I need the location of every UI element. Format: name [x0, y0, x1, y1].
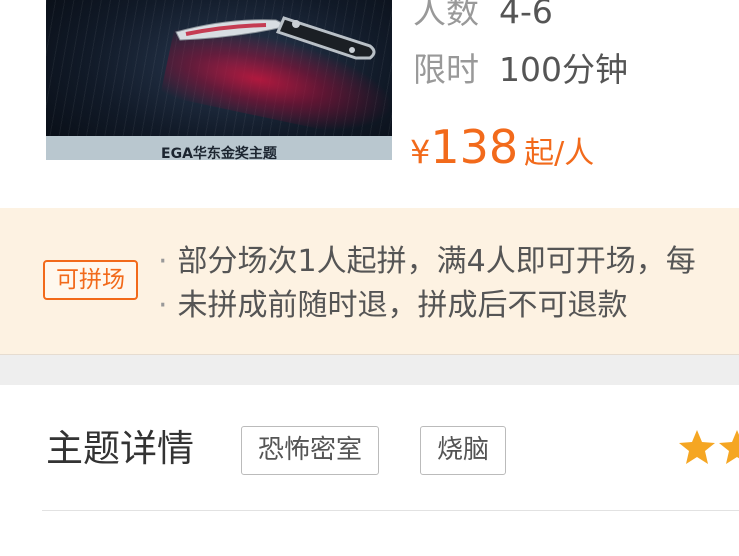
group-booking-badge: 可拼场 — [43, 260, 138, 300]
group-booking-rule-2: · 未拼成前随时退，拼成后不可退款 — [158, 286, 628, 326]
star-icon — [719, 430, 739, 464]
group-booking-rule-1: · 部分场次1人起拼，满4人即可开场，每 — [158, 242, 696, 282]
section-divider — [0, 354, 739, 385]
star-icon — [679, 430, 715, 464]
time-limit-value: 100分钟 — [499, 50, 628, 89]
price: ¥138 起/人 — [410, 120, 594, 174]
bullet: · — [158, 244, 168, 279]
group-booking-banner[interactable]: 可拼场 · 部分场次1人起拼，满4人即可开场，每 · 未拼成前随时退，拼成后不可退款 — [0, 208, 739, 354]
bullet: · — [158, 288, 168, 323]
time-limit-label: 限时 — [413, 50, 479, 89]
theme-poster-image[interactable]: EGA华东金奖主题 — [46, 0, 392, 160]
knife-icon — [175, 16, 376, 60]
room-detail-page: EGA华东金奖主题 人数 4-6 限时 100分钟 ¥138 起/人 可拼场 · 部分场… — [0, 0, 739, 556]
tag-brain-burning: 烧脑 — [420, 426, 507, 475]
theme-details-title: 主题详情 — [46, 427, 194, 470]
players-count-row: 人数 4-6 — [413, 0, 553, 32]
players-count-label: 人数 — [413, 0, 479, 31]
players-count-value: 4-6 — [499, 0, 553, 31]
group-booking-rule-2-text: 未拼成前随时退，拼成后不可退款 — [177, 288, 628, 323]
time-limit-row: 限时 100分钟 — [413, 50, 628, 90]
poster-caption: EGA华东金奖主题 — [46, 136, 392, 160]
group-booking-rule-1-text: 部分场次1人起拼，满4人即可开场，每 — [177, 244, 696, 279]
currency-symbol: ¥ — [410, 133, 431, 171]
price-unit: 起/人 — [524, 136, 595, 171]
price-value: 138 — [430, 120, 519, 174]
rating-stars — [679, 430, 739, 464]
bottom-divider — [42, 510, 739, 511]
tag-horror: 恐怖密室 — [241, 426, 380, 475]
